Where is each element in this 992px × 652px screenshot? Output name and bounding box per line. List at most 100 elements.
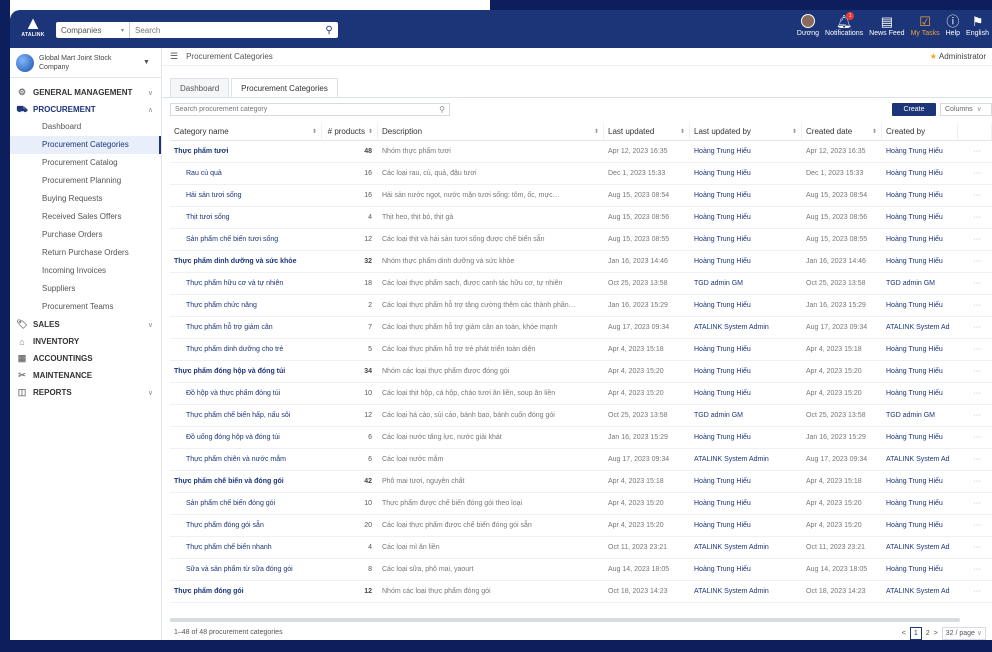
created-by-cell[interactable]: ATALINK System Ad xyxy=(882,581,958,603)
table-row[interactable]: Sữa và sản phẩm từ sữa đóng gói 8 Các loại… xyxy=(170,559,992,581)
table-row[interactable]: Đồ uống đóng hộp và đóng túi 6 Các loại nư… xyxy=(170,427,992,449)
more-actions-icon[interactable]: ··· xyxy=(958,383,992,405)
more-actions-icon[interactable]: ··· xyxy=(958,559,992,581)
created-by-cell[interactable]: Hoàng Trung Hiếu xyxy=(882,251,958,273)
prev-page-button[interactable]: < xyxy=(902,630,906,637)
sidebar-item-received-sales-offers[interactable]: Received Sales Offers xyxy=(10,208,161,226)
table-row[interactable]: Thực phẩm hữu cơ và tự nhiên 18 Các loại t… xyxy=(170,273,992,295)
category-name-cell[interactable]: Thực phẩm hữu cơ và tự nhiên xyxy=(170,273,322,295)
created-by-cell[interactable]: Hoàng Trung Hiếu xyxy=(882,229,958,251)
last-updated-by-cell[interactable]: ATALINK System Admin xyxy=(690,317,802,339)
table-row[interactable]: Thực phẩm chế biến hấp, nấu sôi 12 Các loạ… xyxy=(170,405,992,427)
columns-button[interactable]: Columns ∨ xyxy=(940,103,992,116)
category-name-cell[interactable]: Thực phẩm tươi xyxy=(170,141,322,163)
table-row[interactable]: Sản phẩm chế biến tươi sống 12 Các loại th… xyxy=(170,229,992,251)
table-row[interactable]: Thực phẩm tươi 48 Nhóm thực phẩm tươi Apr 1… xyxy=(170,141,992,163)
table-row[interactable]: Rau củ quả 16 Các loại rau, củ, quả, đậu t… xyxy=(170,163,992,185)
more-actions-icon[interactable]: ··· xyxy=(958,449,992,471)
page-size-select[interactable]: 32 / page ∨ xyxy=(941,626,986,640)
last-updated-by-cell[interactable]: Hoàng Trung Hiếu xyxy=(690,427,802,449)
more-actions-icon[interactable]: ··· xyxy=(958,295,992,317)
more-actions-icon[interactable]: ··· xyxy=(958,339,992,361)
last-updated-by-cell[interactable]: Hoàng Trung Hiếu xyxy=(690,361,802,383)
more-actions-icon[interactable]: ··· xyxy=(958,515,992,537)
global-search-input[interactable] xyxy=(130,23,320,37)
category-name-cell[interactable]: Thực phẩm đóng gói sẵn xyxy=(170,515,322,537)
last-updated-by-cell[interactable]: Hoàng Trung Hiếu xyxy=(690,339,802,361)
sidebar-item-return-purchase-orders[interactable]: Return Purchase Orders xyxy=(10,244,161,262)
sidebar-group-sales[interactable]: 🏷︎ SALES ∨ xyxy=(10,316,161,333)
category-name-cell[interactable]: Thực phẩm chế biến nhanh xyxy=(170,537,322,559)
column-header-created-by[interactable]: Created by xyxy=(882,122,958,141)
column-header-last-updated-by[interactable]: Last updated by ⬍ xyxy=(690,122,802,141)
last-updated-by-cell[interactable]: Hoàng Trung Hiếu xyxy=(690,471,802,493)
more-actions-icon[interactable]: ··· xyxy=(958,141,992,163)
last-updated-by-cell[interactable]: Hoàng Trung Hiếu xyxy=(690,295,802,317)
category-name-cell[interactable]: Thực phẩm chiên và nước mắm xyxy=(170,449,322,471)
column-header-description[interactable]: Description ⬍ xyxy=(378,122,604,141)
table-row[interactable]: Thực phẩm dinh dưỡng và sức khỏe 32 Nhóm t… xyxy=(170,251,992,273)
last-updated-by-cell[interactable]: ATALINK System Admin xyxy=(690,537,802,559)
page-current[interactable]: 1 xyxy=(909,626,922,640)
created-by-cell[interactable]: Hoàng Trung Hiếu xyxy=(882,471,958,493)
sidebar-item-procurement-catalog[interactable]: Procurement Catalog xyxy=(10,154,161,172)
user-menu[interactable]: Dương xyxy=(794,10,822,48)
more-actions-icon[interactable]: ··· xyxy=(958,229,992,251)
created-by-cell[interactable]: Hoàng Trung Hiếu xyxy=(882,559,958,581)
column-header-category-name[interactable]: Category name ⬍ xyxy=(170,122,322,141)
column-header-last-updated[interactable]: Last updated ⬍ xyxy=(604,122,690,141)
more-actions-icon[interactable]: ··· xyxy=(958,493,992,515)
created-by-cell[interactable]: Hoàng Trung Hiếu xyxy=(882,427,958,449)
created-by-cell[interactable]: Hoàng Trung Hiếu xyxy=(882,141,958,163)
sidebar-item-procurement-teams[interactable]: Procurement Teams xyxy=(10,298,161,316)
category-name-cell[interactable]: Thực phẩm dinh dưỡng cho trẻ xyxy=(170,339,322,361)
last-updated-by-cell[interactable]: Hoàng Trung Hiếu xyxy=(690,251,802,273)
table-row[interactable]: Thực phẩm đóng gói sẵn 20 Các loại thực ph… xyxy=(170,515,992,537)
category-name-cell[interactable]: Thực phẩm đóng hộp và đóng túi xyxy=(170,361,322,383)
column-header-created-date[interactable]: Created date ⬍ xyxy=(802,122,882,141)
table-row[interactable]: Thực phẩm đóng hộp và đóng túi 34 Nhóm các… xyxy=(170,361,992,383)
category-name-cell[interactable]: Thực phẩm đóng gói xyxy=(170,581,322,603)
more-actions-icon[interactable]: ··· xyxy=(958,251,992,273)
created-by-cell[interactable]: TGD admin GM xyxy=(882,273,958,295)
sidebar-item-purchase-orders[interactable]: Purchase Orders xyxy=(10,226,161,244)
last-updated-by-cell[interactable]: Hoàng Trung Hiếu xyxy=(690,141,802,163)
last-updated-by-cell[interactable]: Hoàng Trung Hiếu xyxy=(690,383,802,405)
category-search-input[interactable] xyxy=(171,106,435,113)
last-updated-by-cell[interactable]: Hoàng Trung Hiếu xyxy=(690,559,802,581)
language-button[interactable]: ⚑ English xyxy=(963,10,992,48)
category-name-cell[interactable]: Thực phẩm chế biến và đóng gói xyxy=(170,471,322,493)
more-actions-icon[interactable]: ··· xyxy=(958,471,992,493)
more-actions-icon[interactable]: ··· xyxy=(958,207,992,229)
table-row[interactable]: Thực phẩm chiên và nước mắm 6 Các loại nướ… xyxy=(170,449,992,471)
company-switcher[interactable]: Global Mart Joint Stock Company ▼ xyxy=(10,48,161,78)
search-icon[interactable]: ⚲ xyxy=(435,105,449,114)
sidebar-item-suppliers[interactable]: Suppliers xyxy=(10,280,161,298)
table-row[interactable]: Sản phẩm chế biến đóng gói 10 Thực phẩm đư… xyxy=(170,493,992,515)
category-name-cell[interactable]: Sữa và sản phẩm từ sữa đóng gói xyxy=(170,559,322,581)
sidebar-group-maintenance[interactable]: ✂ MAINTENANCE xyxy=(10,367,161,384)
last-updated-by-cell[interactable]: TGD admin GM xyxy=(690,273,802,295)
sidebar-item-dashboard[interactable]: Dashboard xyxy=(10,118,161,136)
menu-toggle-icon[interactable]: ☰ xyxy=(170,51,178,62)
category-name-cell[interactable]: Sản phẩm chế biến tươi sống xyxy=(170,229,322,251)
last-updated-by-cell[interactable]: Hoàng Trung Hiếu xyxy=(690,229,802,251)
more-actions-icon[interactable]: ··· xyxy=(958,427,992,449)
category-name-cell[interactable]: Thực phẩm chức năng xyxy=(170,295,322,317)
category-name-cell[interactable]: Sản phẩm chế biến đóng gói xyxy=(170,493,322,515)
more-actions-icon[interactable]: ··· xyxy=(958,581,992,603)
created-by-cell[interactable]: Hoàng Trung Hiếu xyxy=(882,163,958,185)
created-by-cell[interactable]: ATALINK System Ad xyxy=(882,317,958,339)
category-name-cell[interactable]: Đồ hộp và thực phẩm đóng túi xyxy=(170,383,322,405)
created-by-cell[interactable]: Hoàng Trung Hiếu xyxy=(882,515,958,537)
search-scope-select[interactable]: Companies ▾ xyxy=(56,22,130,38)
sidebar-group-general-management[interactable]: ⚙ GENERAL MANAGEMENT ∨ xyxy=(10,84,161,101)
created-by-cell[interactable]: Hoàng Trung Hiếu xyxy=(882,383,958,405)
table-row[interactable]: Thịt tươi sống 4 Thịt heo, thịt bò, thịt g… xyxy=(170,207,992,229)
sidebar-group-reports[interactable]: ◫ REPORTS ∨ xyxy=(10,384,161,401)
sidebar-item-procurement-categories[interactable]: Procurement Categories xyxy=(10,136,161,154)
last-updated-by-cell[interactable]: ATALINK System Admin xyxy=(690,449,802,471)
search-icon[interactable]: ⚲ xyxy=(320,25,338,36)
news-feed-button[interactable]: ▤ News Feed xyxy=(866,10,907,48)
category-name-cell[interactable]: Thực phẩm hỗ trợ giảm cân xyxy=(170,317,322,339)
